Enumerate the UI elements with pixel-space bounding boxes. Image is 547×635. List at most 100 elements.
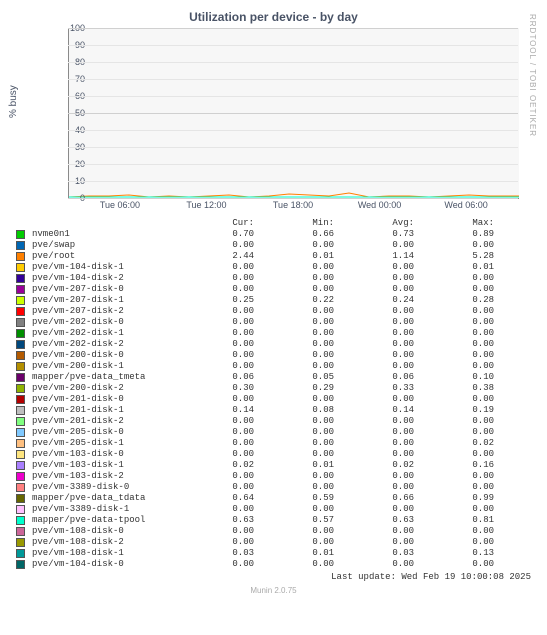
gridline — [68, 181, 518, 182]
legend-avg: 0.00 — [340, 339, 420, 350]
legend-cur: 0.00 — [180, 350, 260, 361]
legend-min: 0.00 — [260, 317, 340, 328]
legend-swatch — [16, 549, 25, 558]
legend-cur: 0.00 — [180, 361, 260, 372]
legend-swatch — [16, 274, 25, 283]
legend-swatch — [16, 241, 25, 250]
legend-avg: 0.00 — [340, 306, 420, 317]
y-axis-label: % busy — [8, 85, 19, 118]
legend-swatch — [16, 505, 25, 514]
legend-swatch — [16, 527, 25, 536]
legend-min: 0.01 — [260, 251, 340, 262]
legend-cur: 0.14 — [180, 405, 260, 416]
legend-label: pve/vm-104-disk-2 — [30, 273, 180, 284]
legend-max: 0.99 — [420, 493, 500, 504]
legend-swatch — [16, 285, 25, 294]
chart-title: Utilization per device - by day — [8, 10, 539, 24]
legend-cur: 0.70 — [180, 229, 260, 240]
legend-cur: 0.63 — [180, 515, 260, 526]
legend-swatch — [16, 252, 25, 261]
legend-avg: 0.00 — [340, 482, 420, 493]
legend-swatch — [16, 472, 25, 481]
legend-row: pve/vm-104-disk-10.000.000.000.01 — [16, 262, 531, 273]
legend-label: pve/vm-108-disk-1 — [30, 548, 180, 559]
legend-label: pve/vm-207-disk-1 — [30, 295, 180, 306]
legend-max: 0.00 — [420, 350, 500, 361]
legend-min: 0.00 — [260, 262, 340, 273]
gridline — [68, 130, 518, 131]
legend-cur: 2.44 — [180, 251, 260, 262]
legend-max: 0.00 — [420, 482, 500, 493]
legend-row: pve/vm-201-disk-00.000.000.000.00 — [16, 394, 531, 405]
legend-max: 0.28 — [420, 295, 500, 306]
legend-swatch — [16, 450, 25, 459]
legend-row: pve/vm-103-disk-20.000.000.000.00 — [16, 471, 531, 482]
gridline — [68, 198, 518, 199]
legend-row: mapper/pve-data-tpool0.630.570.630.81 — [16, 515, 531, 526]
legend-label: pve/swap — [30, 240, 180, 251]
legend-row: pve/vm-103-disk-00.000.000.000.00 — [16, 449, 531, 460]
legend-avg: 0.03 — [340, 548, 420, 559]
legend-avg: 0.00 — [340, 526, 420, 537]
legend-swatch — [16, 296, 25, 305]
gridline — [68, 164, 518, 165]
legend-avg: 0.00 — [340, 284, 420, 295]
legend-max: 0.38 — [420, 383, 500, 394]
legend-min: 0.00 — [260, 284, 340, 295]
legend-max: 0.01 — [420, 262, 500, 273]
legend-min: 0.00 — [260, 328, 340, 339]
legend-avg: 0.14 — [340, 405, 420, 416]
legend-cur: 0.00 — [180, 339, 260, 350]
legend-label: pve/vm-207-disk-2 — [30, 306, 180, 317]
legend-swatch — [16, 340, 25, 349]
col-min: Min: — [260, 218, 340, 229]
legend-avg: 0.24 — [340, 295, 420, 306]
x-tick: Wed 00:00 — [358, 200, 401, 210]
legend-row: nvme0n10.700.660.730.89 — [16, 229, 531, 240]
legend-max: 0.00 — [420, 361, 500, 372]
legend-cur: 0.00 — [180, 416, 260, 427]
legend-avg: 1.14 — [340, 251, 420, 262]
legend-label: pve/vm-200-disk-1 — [30, 361, 180, 372]
legend-max: 0.00 — [420, 328, 500, 339]
legend-max: 0.00 — [420, 526, 500, 537]
legend-max: 0.00 — [420, 240, 500, 251]
legend-avg: 0.00 — [340, 394, 420, 405]
legend-label: pve/vm-205-disk-0 — [30, 427, 180, 438]
legend-max: 0.00 — [420, 504, 500, 515]
legend-cur: 0.03 — [180, 548, 260, 559]
legend-row: pve/vm-205-disk-00.000.000.000.00 — [16, 427, 531, 438]
legend-cur: 0.00 — [180, 559, 260, 570]
legend-row: pve/vm-108-disk-10.030.010.030.13 — [16, 548, 531, 559]
legend-swatch — [16, 395, 25, 404]
legend-avg: 0.73 — [340, 229, 420, 240]
legend-swatch — [16, 373, 25, 382]
legend-swatch — [16, 329, 25, 338]
legend-row: pve/vm-207-disk-00.000.000.000.00 — [16, 284, 531, 295]
legend-label: pve/vm-201-disk-1 — [30, 405, 180, 416]
legend-label: pve/root — [30, 251, 180, 262]
x-tick: Tue 18:00 — [273, 200, 313, 210]
legend-label: mapper/pve-data_tmeta — [30, 372, 180, 383]
legend-avg: 0.00 — [340, 240, 420, 251]
legend-row: pve/root2.440.011.145.28 — [16, 251, 531, 262]
legend-max: 5.28 — [420, 251, 500, 262]
legend-swatch — [16, 384, 25, 393]
legend-label: pve/vm-108-disk-0 — [30, 526, 180, 537]
legend-label: pve/vm-207-disk-0 — [30, 284, 180, 295]
legend-swatch — [16, 307, 25, 316]
legend-avg: 0.66 — [340, 493, 420, 504]
legend-cur: 0.00 — [180, 273, 260, 284]
legend-row: pve/vm-207-disk-10.250.220.240.28 — [16, 295, 531, 306]
legend-cur: 0.00 — [180, 504, 260, 515]
legend-max: 0.00 — [420, 559, 500, 570]
legend-row: pve/vm-205-disk-10.000.000.000.02 — [16, 438, 531, 449]
legend-avg: 0.63 — [340, 515, 420, 526]
munin-credit: Munin 2.0.75 — [8, 586, 539, 595]
x-tick: Tue 06:00 — [100, 200, 140, 210]
legend-swatch — [16, 428, 25, 437]
legend-swatch — [16, 351, 25, 360]
legend-avg: 0.00 — [340, 471, 420, 482]
legend-avg: 0.00 — [340, 449, 420, 460]
legend-swatch — [16, 439, 25, 448]
